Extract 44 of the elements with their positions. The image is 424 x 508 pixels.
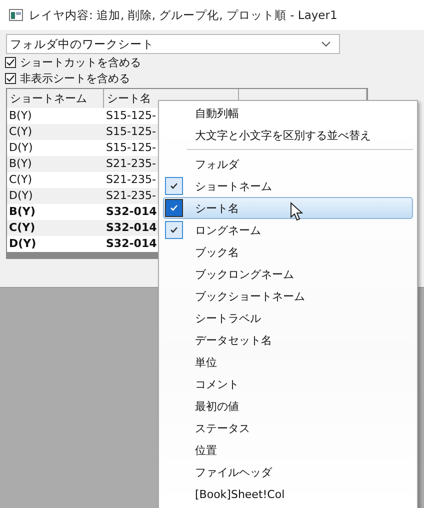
- menu-item[interactable]: フォルダ: [163, 153, 413, 175]
- menu-item[interactable]: 単位: [163, 351, 413, 373]
- menu-item[interactable]: ブックロングネーム: [163, 263, 413, 285]
- menu-item[interactable]: シート名: [163, 197, 413, 219]
- table-cell: B(Y): [9, 157, 32, 170]
- menu-item[interactable]: ブック名: [163, 241, 413, 263]
- table-cell: B(Y): [9, 109, 32, 122]
- menu-item[interactable]: 位置: [163, 439, 413, 461]
- table-cell: S15-125-: [106, 125, 156, 138]
- window-icon: [9, 9, 23, 21]
- table-cell: S32-014: [106, 237, 157, 250]
- table-cell: D(Y): [9, 237, 36, 250]
- checkbox-label: ショートカットを含める: [20, 54, 141, 70]
- menu-item[interactable]: ファイルヘッダ: [163, 461, 413, 483]
- table-cell: D(Y): [9, 189, 33, 202]
- window-title: レイヤ内容: 追加, 削除, グループ化, プロット順 - Layer1: [29, 8, 338, 22]
- table-cell: S21-235-: [106, 173, 156, 186]
- cursor-icon: [290, 202, 303, 221]
- checkbox[interactable]: [5, 56, 16, 68]
- menu-item[interactable]: 大文字と小文字を区別する並べ替え: [163, 124, 413, 146]
- table-cell: B(Y): [9, 205, 36, 218]
- table-cell: S32-014: [106, 205, 157, 218]
- chevron-down-icon: [321, 41, 331, 47]
- table-cell: D(Y): [9, 141, 33, 154]
- menu-item[interactable]: ブックショートネーム: [163, 285, 413, 307]
- menu-item[interactable]: [Book]Sheet!Col: [163, 483, 413, 505]
- menu-item[interactable]: ステータス: [163, 417, 413, 439]
- menu-item[interactable]: コメント: [163, 373, 413, 395]
- menu-item[interactable]: ショートネーム: [163, 175, 413, 197]
- table-cell: S15-125-: [106, 141, 156, 154]
- table-cell: C(Y): [9, 173, 32, 186]
- table-cell: S15-125-: [106, 109, 156, 122]
- table-cell: S32-014: [106, 221, 157, 234]
- checkbox-label: 非表示シートを含める: [20, 70, 130, 86]
- menu-item[interactable]: 最初の値: [163, 395, 413, 417]
- table-cell: S21-235-: [106, 157, 156, 170]
- menu-item[interactable]: シートラベル: [163, 307, 413, 329]
- table-cell: C(Y): [9, 221, 36, 234]
- source-dropdown[interactable]: フォルダ中のワークシート: [6, 34, 340, 54]
- menu-item[interactable]: データセット名: [163, 329, 413, 351]
- checkbox[interactable]: [5, 72, 16, 84]
- menu-item[interactable]: ロングネーム: [163, 219, 413, 241]
- table-cell: C(Y): [9, 125, 32, 138]
- table-cell: S21-235-: [106, 189, 156, 202]
